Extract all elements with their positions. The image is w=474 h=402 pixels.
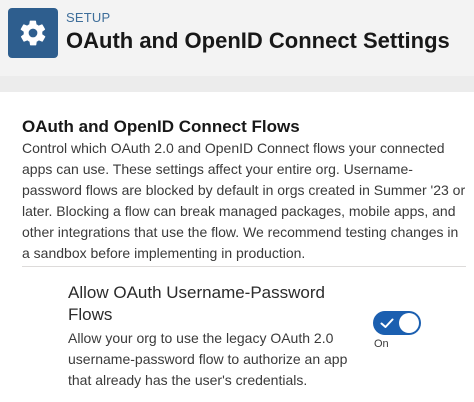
page-header: SETUP OAuth and OpenID Connect Settings	[0, 0, 474, 77]
setup-app-icon	[8, 8, 58, 58]
checkmark-icon	[380, 318, 394, 328]
setting-description: Allow your org to use the legacy OAuth 2…	[68, 330, 348, 388]
toggle-container: On	[373, 311, 433, 350]
page-title: OAuth and OpenID Connect Settings	[66, 28, 450, 53]
username-password-flows-toggle[interactable]	[373, 311, 421, 335]
section-divider	[22, 266, 466, 267]
header-divider-strip	[0, 76, 474, 92]
setting-username-password-flows: Allow OAuth Username-Password Flows Allo…	[68, 282, 358, 391]
flows-section: OAuth and OpenID Connect Flows Control w…	[22, 116, 468, 264]
setup-label: SETUP	[66, 10, 111, 25]
setting-label: Allow OAuth Username-Password Flows	[68, 283, 325, 324]
toggle-status-label: On	[374, 338, 389, 350]
section-description: Control which OAuth 2.0 and OpenID Conne…	[22, 140, 466, 261]
gear-icon	[20, 20, 46, 46]
toggle-knob	[399, 313, 419, 333]
section-heading: OAuth and OpenID Connect Flows	[22, 117, 300, 136]
